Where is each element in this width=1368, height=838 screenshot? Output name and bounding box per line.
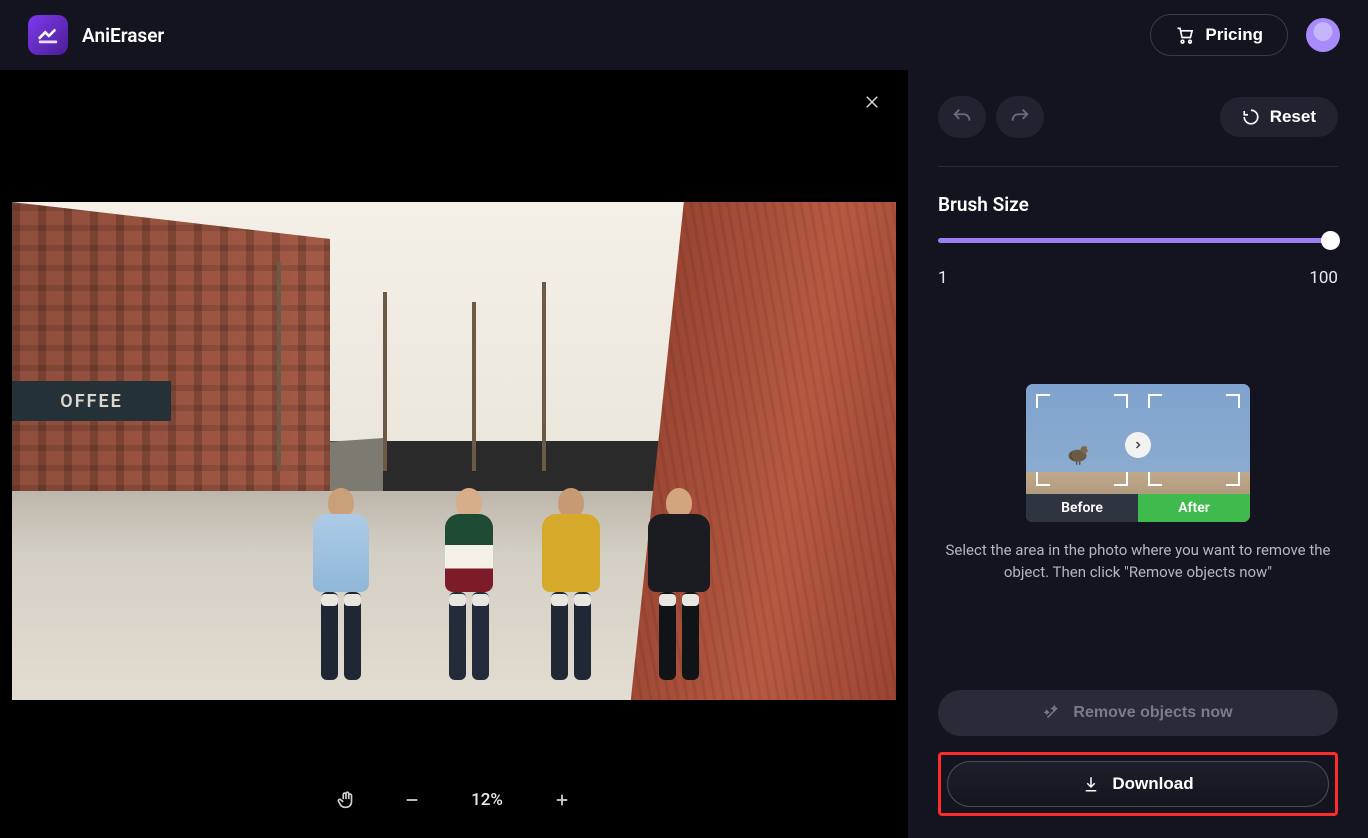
brush-max: 100 [1309, 268, 1338, 288]
panel-actions: Remove objects now Download [938, 690, 1338, 816]
divider [938, 166, 1338, 167]
brush-size-label: Brush Size [938, 193, 1338, 216]
redo-button[interactable] [996, 96, 1044, 138]
reset-button[interactable]: Reset [1220, 97, 1338, 137]
history-buttons [938, 96, 1044, 138]
bird-icon [1064, 439, 1094, 465]
brush-size-slider[interactable] [938, 238, 1338, 248]
pan-hand-button[interactable] [332, 786, 360, 814]
app-header: AniEraser Pricing [0, 0, 1368, 70]
logo[interactable]: AniEraser [28, 15, 164, 55]
canvas-area: OFFEE 12% [0, 70, 908, 838]
before-label: Before [1026, 494, 1138, 522]
tutorial-after: After [1138, 384, 1250, 522]
avatar[interactable] [1306, 18, 1340, 52]
download-highlight: Download [938, 752, 1338, 816]
main: OFFEE 12% [0, 70, 1368, 838]
cart-icon [1175, 25, 1195, 45]
tutorial-before: Before [1026, 384, 1138, 522]
person-3 [542, 488, 600, 680]
person-4 [648, 488, 710, 680]
zoom-level: 12% [464, 790, 510, 810]
remove-label: Remove objects now [1073, 704, 1232, 722]
after-label: After [1138, 494, 1250, 522]
pricing-label: Pricing [1205, 25, 1263, 45]
tutorial: Before After Select the area in the phot… [938, 384, 1338, 584]
side-panel: Reset Brush Size 1 100 Before [908, 70, 1368, 838]
app-title: AniEraser [82, 24, 164, 47]
zoom-in-button[interactable] [548, 786, 576, 814]
header-actions: Pricing [1150, 14, 1340, 56]
image-stage[interactable]: OFFEE [12, 202, 896, 700]
awning-text: OFFEE [12, 381, 171, 421]
slider-thumb[interactable] [1321, 231, 1340, 250]
reset-icon [1242, 108, 1260, 126]
download-button[interactable]: Download [947, 761, 1329, 807]
brush-min: 1 [938, 268, 948, 288]
panel-top: Reset [938, 96, 1338, 138]
compare-arrow-icon [1125, 432, 1151, 458]
zoom-controls: 12% [332, 786, 576, 814]
download-icon [1082, 775, 1100, 793]
pricing-button[interactable]: Pricing [1150, 14, 1288, 56]
close-button[interactable] [860, 90, 884, 114]
tutorial-image: Before After [1026, 384, 1250, 522]
undo-button[interactable] [938, 96, 986, 138]
remove-objects-button[interactable]: Remove objects now [938, 690, 1338, 736]
person-2 [445, 488, 493, 680]
slider-range: 1 100 [938, 268, 1338, 288]
logo-icon [28, 15, 68, 55]
reset-label: Reset [1270, 107, 1316, 127]
wand-icon [1043, 704, 1061, 722]
download-label: Download [1112, 774, 1193, 794]
zoom-out-button[interactable] [398, 786, 426, 814]
tutorial-text: Select the area in the photo where you w… [938, 540, 1338, 584]
person-1 [313, 488, 369, 680]
